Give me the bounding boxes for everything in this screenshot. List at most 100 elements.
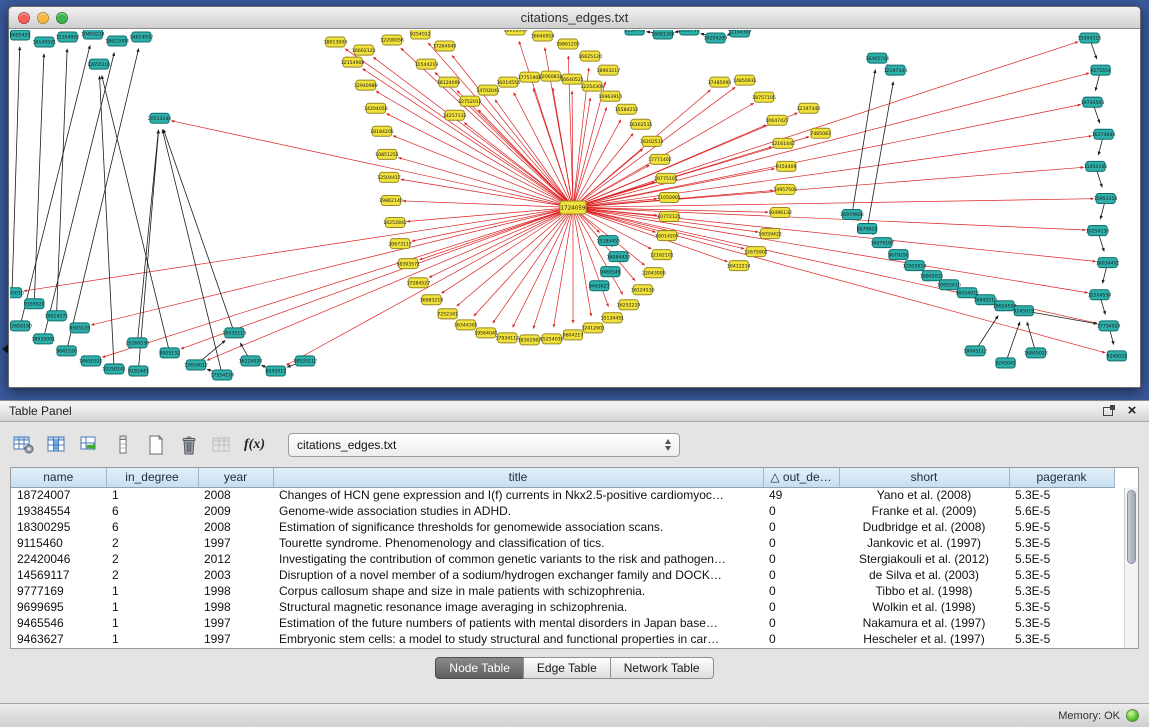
table-cell[interactable]: 5.5E-5 <box>1009 551 1114 567</box>
table-cell[interactable]: 2008 <box>198 519 273 535</box>
graph-node[interactable]: 12197344 <box>884 65 908 75</box>
graph-node[interactable]: 9154409 <box>776 161 797 171</box>
graph-node[interactable]: 16640914 <box>531 31 555 41</box>
table-row[interactable]: 1456911722003Disruption of a novel membe… <box>11 567 1114 583</box>
graph-edge[interactable] <box>852 70 875 215</box>
table-cell[interactable]: 2009 <box>198 503 273 519</box>
graph-node[interactable]: 19861203 <box>556 39 580 49</box>
table-cell[interactable]: Jankovic et al. (1997) <box>839 535 1009 551</box>
vertical-scrollbar[interactable] <box>1124 488 1138 648</box>
graph-node[interactable]: 12752012 <box>458 96 482 106</box>
column-header[interactable]: name <box>11 468 106 487</box>
graph-node[interactable]: 14702041 <box>476 85 500 95</box>
graph-node[interactable]: 12650190 <box>10 321 32 331</box>
graph-node[interactable]: 12504417 <box>377 172 401 182</box>
table-cell[interactable]: de Silva et al. (2003) <box>839 567 1009 583</box>
select-columns-icon[interactable] <box>43 432 70 458</box>
graph-node[interactable]: 9465546 <box>600 267 621 277</box>
graph-node[interactable]: 14957504 <box>773 184 797 194</box>
graph-node[interactable]: 10945213 <box>974 295 998 305</box>
graph-node[interactable]: 16252219 <box>617 300 641 310</box>
graph-node[interactable]: 9245019 <box>1013 306 1034 316</box>
graph-node[interactable]: 16202511 <box>640 136 664 146</box>
graph-node[interactable]: 9275554 <box>1090 65 1111 75</box>
graph-node[interactable]: 17284527 <box>407 278 431 288</box>
graph-node[interactable]: 18013004 <box>324 37 348 47</box>
graph-node[interactable]: 10955410 <box>937 280 961 290</box>
graph-node[interactable]: 18535112 <box>293 356 317 366</box>
table-cell[interactable]: Corpus callosum shape and size in male p… <box>273 583 763 599</box>
graph-node[interactable]: 12940989 <box>354 80 378 90</box>
table-cell[interactable]: 1 <box>106 599 198 615</box>
table-cell[interactable]: 9777169 <box>11 583 106 599</box>
graph-node[interactable]: 16014554 <box>496 77 520 87</box>
table-row[interactable]: 1830029562008Estimation of significance … <box>11 519 1114 535</box>
graph-node[interactable]: 9505135 <box>69 323 90 333</box>
graph-node[interactable]: 15184455 <box>597 236 621 246</box>
graph-node[interactable]: 9356520 <box>24 299 45 309</box>
table-row[interactable]: 946362711997Embryonic stem cells: a mode… <box>11 631 1114 647</box>
graph-node[interactable]: 25260530 <box>126 338 150 348</box>
graph-node[interactable]: 9130714 <box>679 30 700 35</box>
table-cell[interactable]: 9465546 <box>11 615 106 631</box>
graph-node[interactable]: 17734024 <box>1097 321 1121 331</box>
close-panel-icon[interactable]: × <box>1124 404 1140 418</box>
table-cell[interactable]: 1997 <box>198 631 273 647</box>
graph-edge[interactable] <box>533 207 573 328</box>
column-header[interactable]: in_degree <box>106 468 198 487</box>
graph-node[interactable]: 9245042 <box>995 358 1016 368</box>
table-cell[interactable]: 1997 <box>198 535 273 551</box>
new-column-icon[interactable] <box>109 432 136 458</box>
column-header[interactable]: pagerank <box>1009 468 1114 487</box>
graph-edge[interactable] <box>573 87 735 207</box>
graph-node[interactable]: 12161442 <box>771 138 795 148</box>
graph-edge[interactable] <box>573 113 797 208</box>
table-cell[interactable]: 0 <box>763 503 839 519</box>
table-settings-icon[interactable] <box>10 432 37 458</box>
minimize-window-button[interactable] <box>37 12 49 24</box>
table-row[interactable]: 977716911998Corpus callosum shape and si… <box>11 583 1114 599</box>
graph-node[interactable]: 16124024 <box>239 356 263 366</box>
graph-node[interactable]: 16465744 <box>865 53 889 63</box>
graph-node[interactable]: 16602123 <box>352 45 376 55</box>
table-cell[interactable]: Tibbo et al. (1998) <box>839 583 1009 599</box>
table-row[interactable]: 911546021997Tourette syndrome. Phenomeno… <box>11 535 1114 551</box>
graph-node[interactable]: 16140521 <box>33 37 57 47</box>
table-cell[interactable]: 18300295 <box>11 519 106 535</box>
graph-edge[interactable] <box>12 47 20 293</box>
graph-node[interactable]: 7485083 <box>810 128 831 138</box>
graph-node[interactable]: 12154908 <box>341 57 365 67</box>
graph-node[interactable]: 14257112 <box>443 110 467 120</box>
table-cell[interactable]: 9463627 <box>11 631 106 647</box>
table-cell[interactable]: 2008 <box>198 487 273 503</box>
new-table-icon[interactable] <box>142 432 169 458</box>
tab-edge-table[interactable]: Edge Table <box>523 657 611 679</box>
graph-node[interactable]: 12162101 <box>650 250 674 260</box>
graph-node[interactable]: 9041520 <box>56 346 77 356</box>
graph-edge[interactable] <box>162 130 222 375</box>
graph-node[interactable]: 8130704 <box>624 30 645 35</box>
graph-node[interactable]: 10496132 <box>768 207 792 217</box>
graph-edge[interactable] <box>387 114 573 208</box>
graph-node[interactable]: 19014271 <box>45 311 69 321</box>
table-cell[interactable]: 2 <box>106 551 198 567</box>
graph-node[interactable]: 18903217 <box>597 65 621 75</box>
graph-node[interactable]: 14850931 <box>733 75 757 85</box>
tab-network-table[interactable]: Network Table <box>610 657 714 679</box>
table-cell[interactable]: Embryonic stem cells: a model to study s… <box>273 631 763 647</box>
graph-node[interactable]: 9254012 <box>410 30 431 39</box>
graph-node[interactable]: 15584212 <box>615 104 639 114</box>
table-cell[interactable]: 49 <box>763 487 839 503</box>
graph-node[interactable]: 12675901 <box>744 247 768 257</box>
table-cell[interactable]: 1 <box>106 615 198 631</box>
graph-node[interactable]: 10254130 <box>1086 226 1110 236</box>
graph-node[interactable]: 17485093 <box>708 77 732 87</box>
graph-node[interactable]: 18124530 <box>631 285 655 295</box>
graph-node[interactable]: 11050901 <box>657 192 681 202</box>
graph-node[interactable]: 16640521 <box>560 74 584 84</box>
graph-node[interactable]: 10851251 <box>375 149 399 159</box>
table-cell[interactable]: 0 <box>763 599 839 615</box>
graph-edge[interactable] <box>92 207 573 324</box>
graph-node[interactable]: 9245012 <box>265 366 286 376</box>
table-cell[interactable]: 1 <box>106 583 198 599</box>
